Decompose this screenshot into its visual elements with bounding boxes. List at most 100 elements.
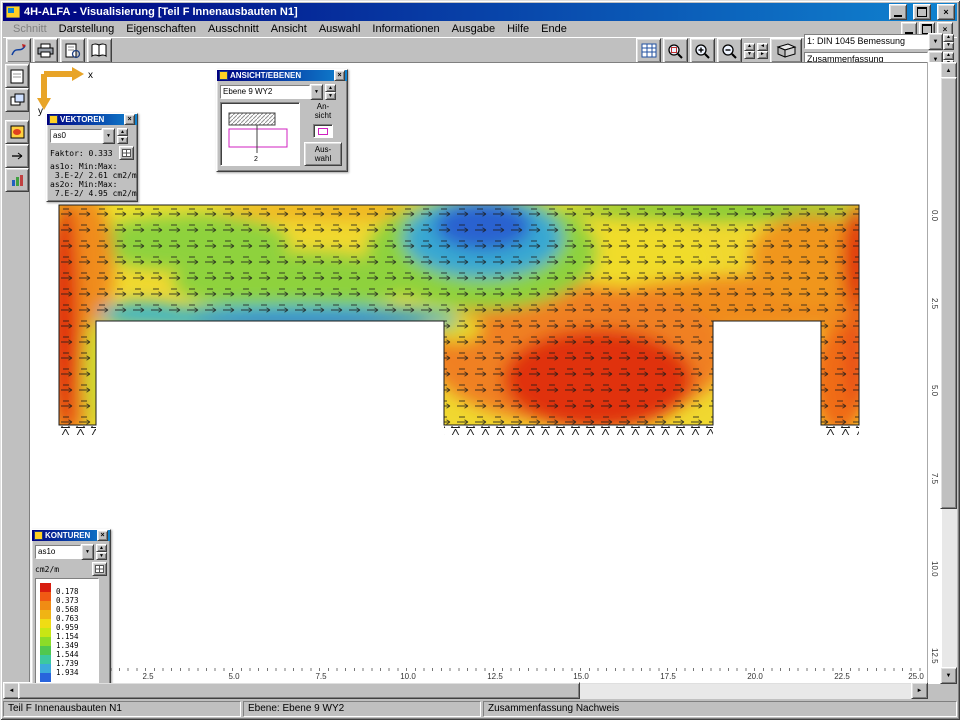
view-3d-button[interactable]: [770, 38, 802, 63]
ruler-label: 12.5: [930, 648, 939, 664]
spin-left-button[interactable]: ◄: [757, 43, 768, 51]
spin-up-button[interactable]: ▲: [325, 84, 336, 92]
ruler-label: 2.5: [930, 298, 939, 309]
vektoren-table-button[interactable]: [119, 146, 134, 160]
grid-icon: [95, 565, 104, 573]
title-bar[interactable]: 4H-ALFA - Visualisierung [Teil F Innenau…: [3, 3, 957, 21]
legend-swatch: [40, 592, 51, 601]
spin-up-button[interactable]: ▲: [96, 544, 107, 552]
support-symbols-right: [821, 426, 859, 435]
menu-ausschnitt[interactable]: Ausschnitt: [202, 22, 265, 36]
spin-right-button[interactable]: ►: [757, 51, 768, 59]
chevron-down-icon[interactable]: ▼: [928, 33, 943, 50]
zoom-in-button[interactable]: [690, 38, 715, 63]
bemessung-combo-value[interactable]: 1: DIN 1045 Bemessung: [804, 34, 928, 49]
minimize-icon: [894, 15, 902, 17]
konturen-select[interactable]: as1o ▼: [35, 544, 94, 560]
menu-ausgabe[interactable]: Ausgabe: [446, 22, 501, 36]
vektoren-palette: VEKTOREN × as0 ▼ ▲ ▼: [46, 113, 138, 202]
spin-up-button[interactable]: ▲: [943, 34, 954, 42]
ebene-select[interactable]: Ebene 9 WY2 ▼: [220, 84, 323, 100]
view-mode-box[interactable]: [313, 124, 333, 138]
menu-schnitt[interactable]: Schnitt: [7, 22, 53, 36]
sidebar-contour-button[interactable]: [5, 120, 29, 144]
spin-down-button[interactable]: ▼: [96, 552, 107, 560]
zoom-window-button[interactable]: [663, 38, 688, 63]
vektoren-titlebar[interactable]: VEKTOREN ×: [47, 114, 137, 125]
auswahl-button[interactable]: Aus- wahl: [304, 142, 342, 166]
spin-up-button[interactable]: ▲: [744, 43, 755, 51]
print-button[interactable]: [33, 38, 58, 63]
konturen-titlebar[interactable]: KONTUREN ×: [32, 530, 110, 541]
close-icon[interactable]: ×: [97, 530, 108, 541]
close-button[interactable]: ×: [937, 4, 955, 20]
close-icon[interactable]: ×: [334, 70, 345, 81]
scrollbar-corner: [942, 684, 957, 699]
bemessung-combo[interactable]: 1: DIN 1045 Bemessung ▼ ▲ ▼: [804, 33, 954, 50]
spin-up-button[interactable]: ▲: [117, 128, 128, 136]
report-button[interactable]: [87, 38, 112, 63]
minimize-button[interactable]: [889, 4, 907, 20]
horizontal-scrollbar[interactable]: ◄ ►: [3, 684, 928, 699]
vektoren-select-value[interactable]: as0: [50, 129, 102, 143]
horizontal-scroll-thumb[interactable]: [18, 682, 580, 699]
sidebar-new-view-button[interactable]: [5, 64, 29, 88]
legend-swatch: [40, 646, 51, 655]
konturen-spinner: ▲ ▼: [96, 544, 107, 560]
maximize-icon: [917, 7, 927, 17]
konturen-select-value[interactable]: as1o: [35, 545, 81, 559]
spin-down-button[interactable]: ▼: [117, 136, 128, 144]
chevron-down-icon[interactable]: ▼: [102, 128, 115, 144]
ansicht-titlebar[interactable]: ANSICHT/EBENEN ×: [217, 70, 347, 81]
menu-informationen[interactable]: Informationen: [366, 22, 445, 36]
ebene-select-value[interactable]: Ebene 9 WY2: [220, 85, 310, 99]
ansicht-palette: ANSICHT/EBENEN × Ebene 9 WY2 ▼ ▲ ▼: [216, 69, 348, 172]
scroll-right-button[interactable]: ►: [911, 682, 928, 699]
legend-swatch: [40, 655, 51, 664]
spin-down-button[interactable]: ▼: [325, 92, 336, 100]
konturen-table-button[interactable]: [92, 562, 107, 576]
ansicht-label: An- sicht: [315, 102, 331, 120]
legend-value: 1.154: [56, 632, 79, 641]
spin-down-button[interactable]: ▼: [744, 51, 755, 59]
zoom-out-icon: [721, 43, 738, 59]
chevron-down-icon[interactable]: ▼: [81, 544, 94, 560]
table-view-button[interactable]: [636, 38, 661, 63]
chevron-down-icon[interactable]: ▼: [310, 84, 323, 100]
legend-swatch: [40, 619, 51, 628]
menu-auswahl[interactable]: Auswahl: [313, 22, 367, 36]
drawing-canvas[interactable]: x y: [29, 62, 928, 684]
legend-swatch: [40, 610, 51, 619]
close-icon[interactable]: ×: [124, 114, 135, 125]
menu-ansicht[interactable]: Ansicht: [265, 22, 313, 36]
sidebar-layers-button[interactable]: [5, 88, 29, 112]
sidebar-chart-button[interactable]: [5, 168, 29, 192]
menu-hilfe[interactable]: Hilfe: [501, 22, 535, 36]
status-nachweis: Zusammenfassung Nachweis: [483, 701, 957, 717]
menu-eigenschaften[interactable]: Eigenschaften: [120, 22, 202, 36]
maximize-button[interactable]: [913, 4, 931, 20]
book-icon: [91, 43, 108, 58]
vertical-scrollbar[interactable]: ▲ ▼: [942, 62, 957, 684]
menu-darstellung[interactable]: Darstellung: [53, 22, 121, 36]
contour-plot[interactable]: [58, 204, 863, 438]
vertical-scroll-thumb[interactable]: [940, 77, 957, 509]
view-spinner-1: ▲ ▼: [744, 43, 755, 59]
spin-up-button[interactable]: ▲: [943, 52, 954, 60]
status-bar: Teil F Innenausbauten N1 Ebene: Ebene 9 …: [3, 701, 957, 717]
preview-button[interactable]: [60, 38, 85, 63]
toolbar: ▲ ▼ ◄ ► 1: DIN 1045 Bemessung ▼: [3, 37, 957, 64]
palette-icon: [219, 71, 228, 80]
scroll-down-button[interactable]: ▼: [940, 667, 957, 684]
zoom-out-button[interactable]: [717, 38, 742, 63]
spin-down-button[interactable]: ▼: [943, 42, 954, 50]
menu-ende[interactable]: Ende: [535, 22, 573, 36]
ruler-label: 7.5: [930, 473, 939, 484]
ruler-label: 15.0: [573, 672, 589, 681]
draw-tool-button[interactable]: [6, 38, 31, 63]
sidebar-vector-button[interactable]: [5, 144, 29, 168]
ruler-ticks: [32, 668, 925, 671]
grid-icon: [122, 149, 131, 157]
vektoren-select[interactable]: as0 ▼: [50, 128, 115, 144]
support-symbols-left: [59, 426, 96, 435]
